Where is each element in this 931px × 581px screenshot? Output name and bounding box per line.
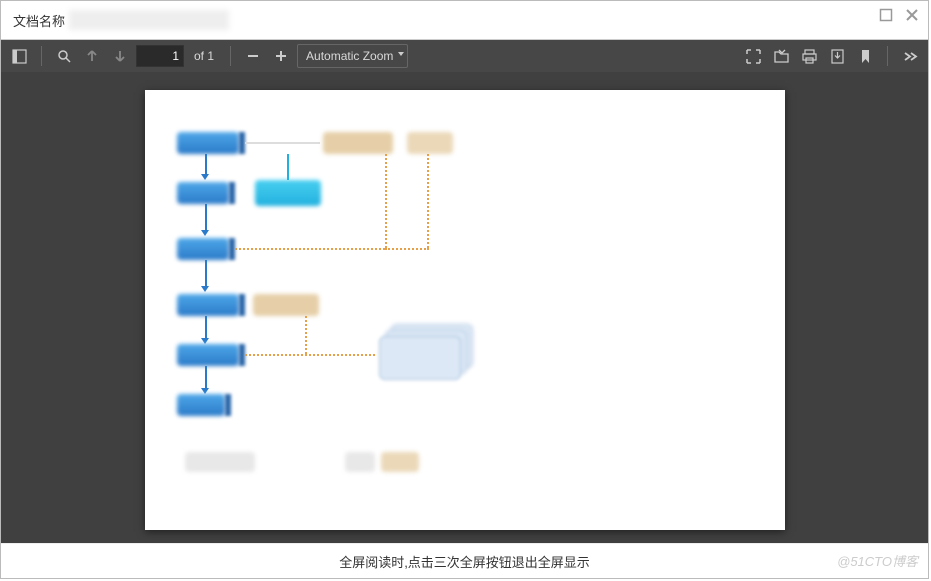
connector: [205, 204, 207, 230]
page-count-label: of 1: [194, 49, 214, 63]
legend-item: [345, 452, 375, 472]
connector: [205, 316, 207, 338]
flow-node: [177, 132, 239, 154]
legend-item: [185, 452, 255, 472]
connector-dotted: [305, 316, 307, 354]
flow-node: [177, 238, 229, 260]
datastore-icon: [379, 336, 461, 380]
connector-dotted: [385, 154, 387, 248]
download-icon[interactable]: [825, 44, 849, 68]
open-file-icon[interactable]: [769, 44, 793, 68]
legend-item: [381, 452, 419, 472]
flow-node: [177, 344, 239, 366]
tools-menu-icon[interactable]: [898, 44, 922, 68]
flow-node: [177, 294, 239, 316]
flow-node: [177, 394, 225, 416]
flow-node: [323, 132, 393, 154]
connector: [287, 154, 289, 180]
viewer-area[interactable]: [1, 72, 928, 543]
page-number-input[interactable]: [136, 45, 184, 67]
connector: [205, 260, 207, 286]
flow-node: [255, 180, 321, 206]
window-controls: [876, 5, 922, 25]
footer: 全屏阅读时,点击三次全屏按钮退出全屏显示 @51CTO博客: [1, 543, 928, 578]
flow-node: [225, 394, 231, 416]
prev-page-icon[interactable]: [80, 44, 104, 68]
chevron-down-icon: [398, 52, 404, 56]
connector: [205, 154, 207, 174]
connector-dotted: [235, 248, 385, 250]
flow-node: [407, 132, 453, 154]
window-title: 文档名称: [13, 11, 65, 30]
maximize-icon[interactable]: [876, 5, 896, 25]
connector-dotted: [427, 154, 429, 248]
close-icon[interactable]: [902, 5, 922, 25]
title-blurred-text: [69, 10, 229, 30]
pdf-toolbar: of 1 Automatic Zoom: [1, 40, 928, 72]
print-icon[interactable]: [797, 44, 821, 68]
next-page-icon[interactable]: [108, 44, 132, 68]
flow-node: [229, 182, 235, 204]
zoom-out-icon[interactable]: [241, 44, 265, 68]
zoom-dropdown[interactable]: Automatic Zoom: [297, 44, 408, 68]
arrow-down-icon: [201, 174, 209, 180]
flow-node: [177, 182, 229, 204]
search-icon[interactable]: [52, 44, 76, 68]
arrow-down-icon: [201, 230, 209, 236]
window: 文档名称 of 1: [0, 0, 929, 579]
footer-hint: 全屏阅读时,点击三次全屏按钮退出全屏显示: [339, 552, 590, 571]
sidebar-toggle-icon[interactable]: [7, 44, 31, 68]
connector-dotted: [245, 354, 375, 356]
flow-node: [239, 294, 245, 316]
flow-node: [253, 294, 319, 316]
bookmark-icon[interactable]: [853, 44, 877, 68]
watermark: @51CTO博客: [837, 551, 918, 570]
titlebar: 文档名称: [1, 1, 928, 40]
arrow-down-icon: [201, 286, 209, 292]
connector: [245, 142, 320, 144]
connector-dotted: [385, 248, 429, 250]
connector: [205, 366, 207, 388]
pdf-page: [145, 90, 785, 530]
presentation-icon[interactable]: [741, 44, 765, 68]
zoom-label: Automatic Zoom: [306, 49, 393, 63]
zoom-in-icon[interactable]: [269, 44, 293, 68]
